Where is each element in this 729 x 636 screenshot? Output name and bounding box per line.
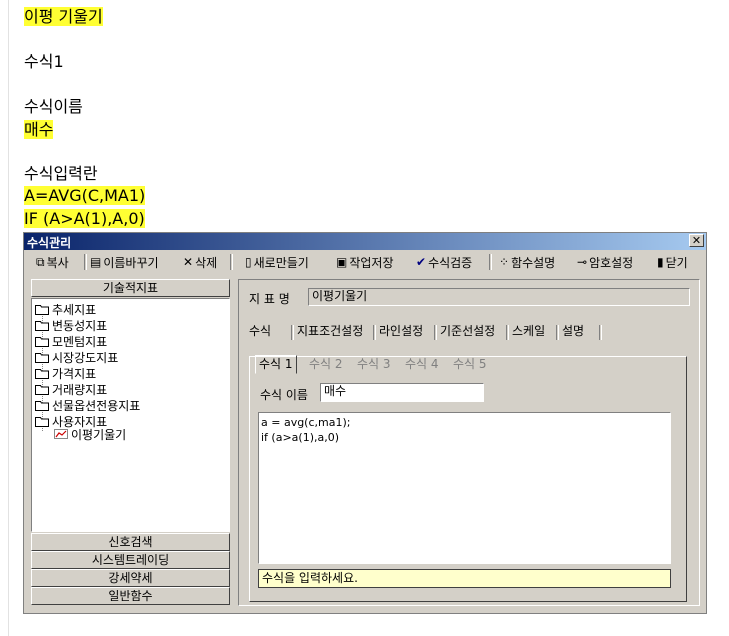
magic-wand-icon: ⁘	[499, 255, 510, 269]
tab-divider	[556, 325, 559, 340]
formula-name-input[interactable]: 매수	[320, 383, 484, 402]
formula-heading: 수식1	[24, 52, 64, 71]
tree-item-futures-options[interactable]: 선물옵션전용지표	[35, 397, 140, 413]
folder-icon	[35, 416, 49, 427]
tab-condition[interactable]: 지표조건설정	[297, 322, 363, 340]
system-trading-button[interactable]: 시스템트레이딩	[31, 551, 230, 569]
window-title: 수식관리	[27, 236, 72, 250]
tab-line[interactable]: 라인설정	[379, 322, 423, 340]
tab-divider	[506, 325, 509, 340]
delete-button[interactable]: ✕ 삭제	[183, 253, 217, 271]
indicator-name-text: 이평 기울기	[24, 7, 103, 26]
folder-icon	[35, 304, 49, 315]
tab-formula[interactable]: 수식	[249, 322, 271, 340]
technical-indicators-header[interactable]: 기술적지표	[31, 279, 230, 297]
function-help-button[interactable]: ⁘ 함수설명	[499, 253, 555, 271]
copy-button[interactable]: ⧉ 복사	[36, 253, 69, 271]
formula-line-1-text: A=AVG(C,MA1)	[24, 186, 146, 205]
tab-divider	[373, 325, 376, 340]
rename-button[interactable]: ▤ 이름바꾸기	[90, 253, 159, 271]
tree-item-trend[interactable]: 추세지표	[35, 301, 96, 317]
save-button[interactable]: ▣ 작업저장	[336, 253, 394, 271]
rename-icon: ▤	[90, 255, 102, 269]
tab-description[interactable]: 설명	[562, 322, 584, 340]
key-icon: ⊸	[577, 255, 588, 269]
indicator-name-line: 이평 기울기	[24, 7, 103, 27]
hint-message: 수식을 입력하세요.	[258, 569, 671, 588]
tree-item-momentum[interactable]: 모멘텀지표	[35, 333, 107, 349]
delete-x-icon: ✕	[183, 255, 194, 269]
formula-tab-2[interactable]: 수식 2	[309, 356, 343, 373]
tab-baseline[interactable]: 기준선설정	[440, 322, 495, 340]
chart-line-icon	[54, 429, 68, 439]
formula-name-text: 매수	[24, 120, 54, 139]
formula-name-line: 매수	[24, 120, 54, 140]
copy-icon: ⧉	[36, 254, 45, 269]
new-button[interactable]: ▯ 새로만들기	[245, 253, 309, 271]
close-icon: ✕	[691, 234, 702, 247]
formula-manager-window: 수식관리 ✕ ⧉ 복사 ▤ 이름바꾸기 ✕ 삭제 ▯ 새로만들기 ▣ 작업저장 ✔ 수식검증…	[23, 232, 707, 614]
tree-item-ma-slope[interactable]: 이평기울기	[54, 426, 126, 442]
formula-tab-3[interactable]: 수식 3	[357, 356, 391, 373]
indicator-tree[interactable]: 추세지표 변동성지표 모멘텀지표 시장강도지표 가격지표 거래량지표 선물옵션전…	[31, 298, 230, 532]
formula-name-label: 수식이름	[24, 97, 83, 116]
title-bar: 수식관리 ✕	[24, 233, 706, 250]
tree-item-market-strength[interactable]: 시장강도지표	[35, 349, 118, 365]
toolbar-separator	[489, 254, 492, 270]
toolbar-separator	[84, 254, 87, 270]
left-pane: 기술적지표 추세지표 변동성지표 모멘텀지표 시장강도지표 가격지표 거래량지표…	[31, 279, 231, 606]
save-disk-icon: ▣	[336, 255, 348, 269]
tab-scale[interactable]: 스케일	[512, 322, 545, 340]
checkmark-icon: ✔	[416, 255, 427, 269]
folder-icon	[35, 384, 49, 395]
signal-search-button[interactable]: 신호검색	[31, 533, 230, 551]
folder-icon	[35, 368, 49, 379]
formula-line-1: A=AVG(C,MA1)	[24, 186, 146, 206]
toolbar-separator	[230, 254, 233, 270]
folder-icon	[35, 352, 49, 363]
exit-door-icon: ▮	[657, 255, 664, 269]
indicator-name-label: 지 표 명	[249, 292, 290, 306]
formula-editor[interactable]: a = avg(c,ma1); if (a>a(1),a,0)	[258, 412, 671, 564]
tree-item-volatility[interactable]: 변동성지표	[35, 317, 107, 333]
editor-line-1: a = avg(c,ma1);	[261, 416, 351, 429]
close-window-button[interactable]: ✕	[689, 234, 704, 247]
indicator-name-field[interactable]: 이평기울기	[308, 288, 690, 306]
bull-bear-button[interactable]: 강세약세	[31, 569, 230, 587]
folder-icon	[35, 336, 49, 347]
right-pane: 지 표 명 이평기울기 수식 지표조건설정 라인설정 기준선설정 스케일 설명 …	[238, 279, 700, 606]
folder-icon	[35, 320, 49, 331]
tab-divider	[434, 325, 437, 340]
tab-divider	[291, 325, 294, 340]
formula-input-label: 수식입력란	[24, 164, 98, 183]
formula-tab-4[interactable]: 수식 4	[405, 356, 439, 373]
editor-line-2: if (a>a(1),a,0)	[261, 431, 340, 444]
tree-item-price[interactable]: 가격지표	[35, 365, 96, 381]
formula-line-2: IF (A>A(1),A,0)	[24, 209, 145, 229]
page-left-rule	[8, 0, 9, 636]
formula-tab-1[interactable]: 수식 1	[255, 355, 297, 374]
toolbar: ⧉ 복사 ▤ 이름바꾸기 ✕ 삭제 ▯ 새로만들기 ▣ 작업저장 ✔ 수식검증 ⁘ 함수설명 …	[24, 251, 706, 273]
verify-button[interactable]: ✔ 수식검증	[416, 253, 472, 271]
tree-item-volume[interactable]: 거래량지표	[35, 381, 107, 397]
formula-tab-5[interactable]: 수식 5	[453, 356, 487, 373]
formula-tab-panel: 수식 1 수식 2 수식 3 수식 4 수식 5 수식 이름 매수 a = av…	[249, 355, 687, 602]
tab-divider	[599, 325, 602, 340]
formula-name-label: 수식 이름	[260, 388, 308, 402]
new-document-icon: ▯	[245, 255, 252, 269]
general-functions-button[interactable]: 일반함수	[31, 587, 230, 605]
formula-line-2-text: IF (A>A(1),A,0)	[24, 209, 145, 228]
password-button[interactable]: ⊸ 암호설정	[577, 253, 633, 271]
folder-icon	[35, 400, 49, 411]
close-button[interactable]: ▮ 닫기	[657, 253, 688, 271]
